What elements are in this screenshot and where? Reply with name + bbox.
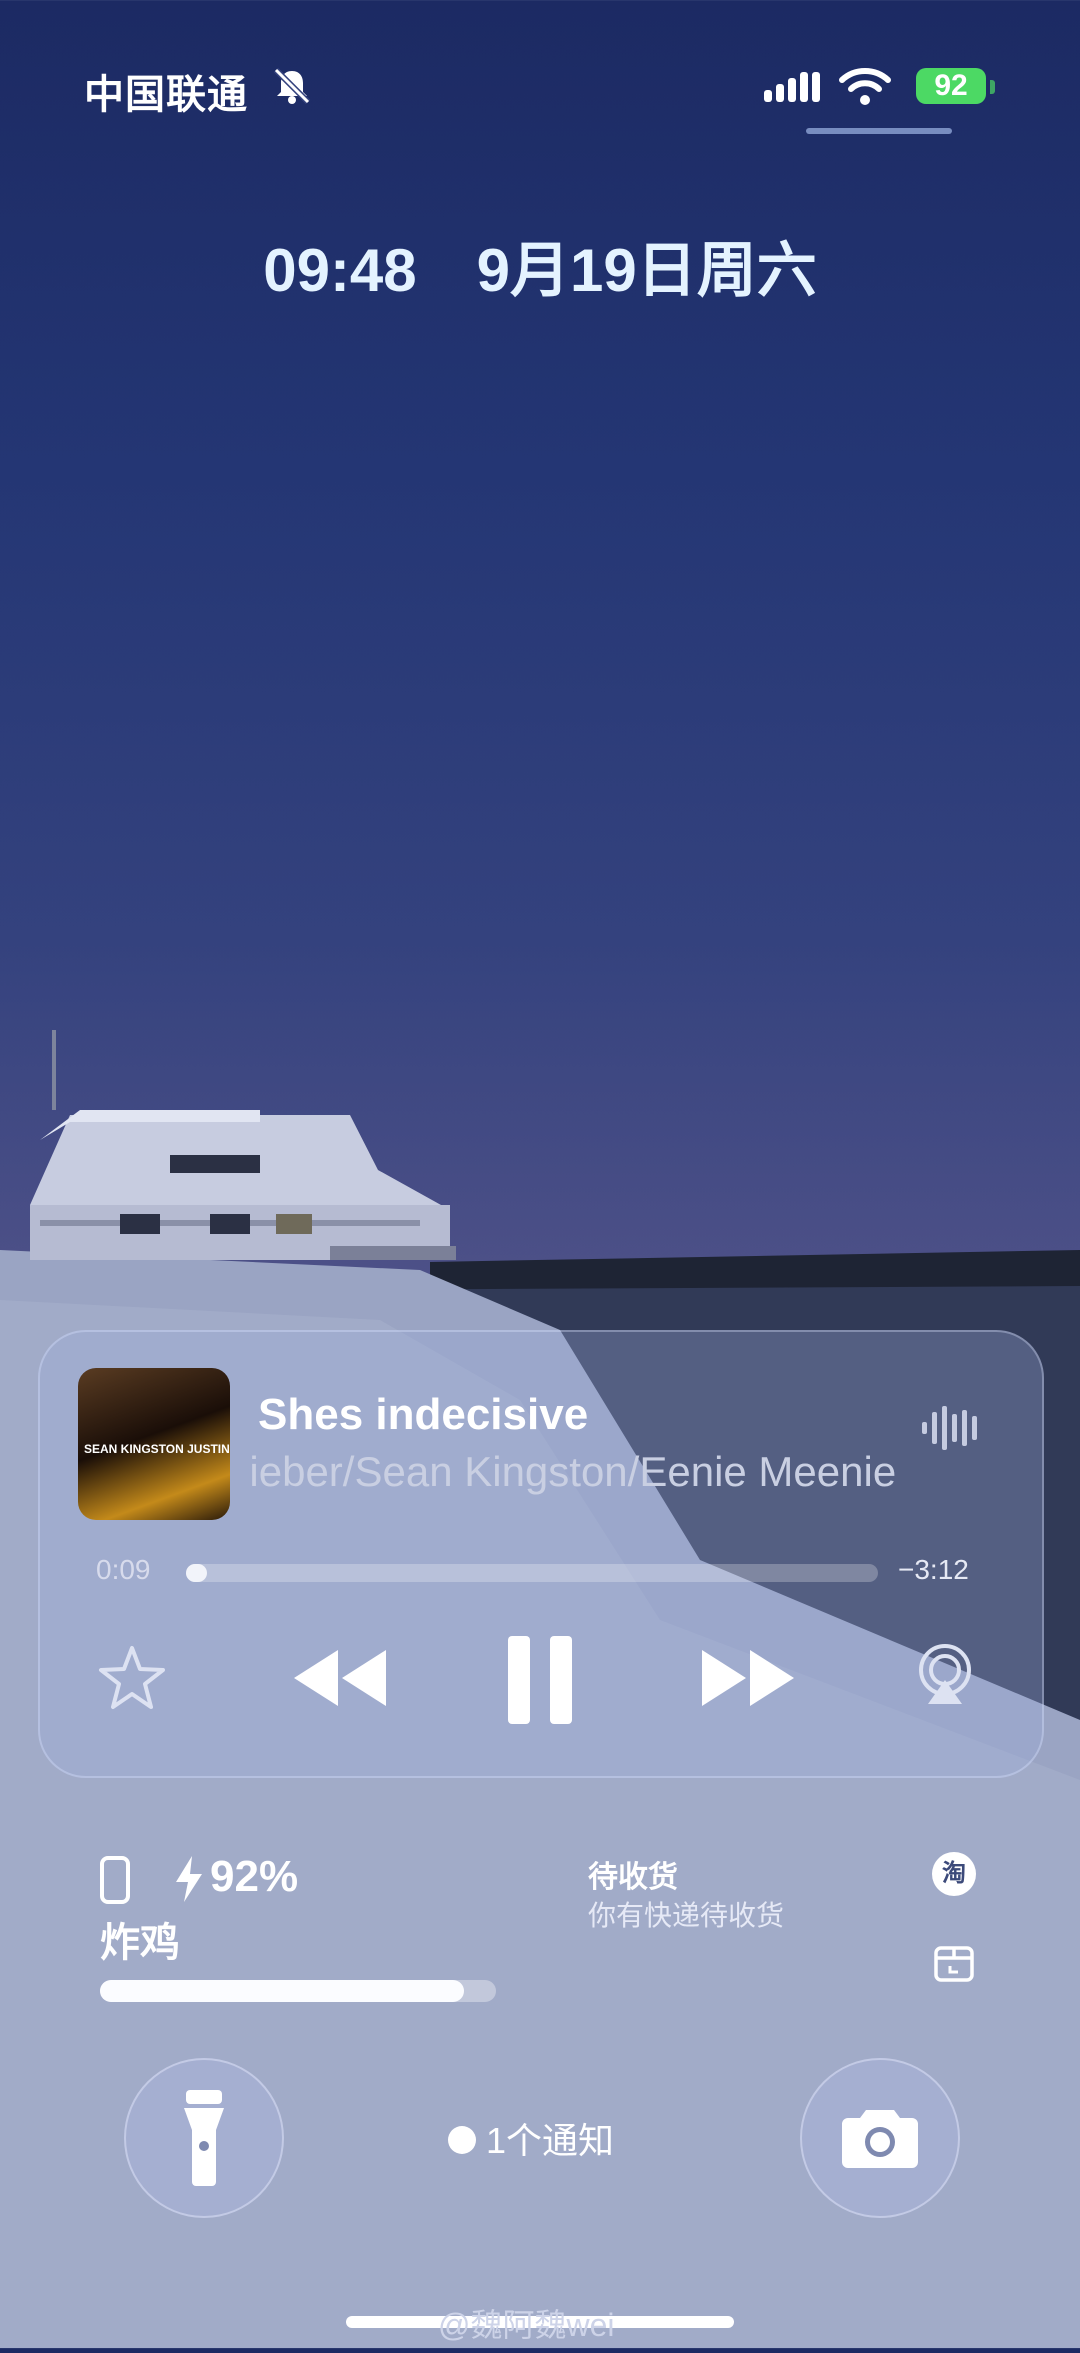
package-subtitle: 你有快递待收货 xyxy=(588,1900,785,1931)
carrier-label: 中国联通 xyxy=(84,73,248,117)
phone-icon xyxy=(100,1856,130,1904)
music-player-widget[interactable]: SEAN KINGSTON JUSTIN BIEBER Shes indecis… xyxy=(38,1330,1044,1778)
camera-icon xyxy=(842,2110,918,2168)
elapsed-time: 0:09 xyxy=(96,1554,151,1585)
status-underline xyxy=(806,128,952,134)
battery-tip xyxy=(990,80,995,94)
album-cover[interactable]: SEAN KINGSTON JUSTIN BIEBER xyxy=(78,1368,230,1520)
battery-level-bar xyxy=(100,1980,496,2002)
notification-dot xyxy=(448,2126,476,2155)
album-cover-text: SEAN KINGSTON JUSTIN BIEBER xyxy=(84,1442,230,1456)
notification-indicator[interactable]: 1个通知 xyxy=(448,2112,614,2164)
battery-level: 92 xyxy=(934,69,968,102)
flashlight-icon xyxy=(184,2090,224,2186)
airplay-icon[interactable] xyxy=(912,1642,978,1708)
package-title[interactable]: 待收货 xyxy=(588,1852,678,1896)
artist-line: Justin Bieber/Sean Kingston/Eenie Meenie xyxy=(250,1448,940,1496)
audio-wave-icon xyxy=(922,1406,977,1450)
notification-count: 1个通知 xyxy=(486,2120,615,2161)
pause-icon[interactable] xyxy=(504,1632,576,1728)
progress-slider[interactable] xyxy=(186,1564,878,1582)
camera-button[interactable] xyxy=(800,2058,960,2218)
flashlight-button[interactable] xyxy=(124,2058,284,2218)
lock-time: 09:48 xyxy=(263,237,417,304)
remaining-time: −3:12 xyxy=(898,1554,969,1585)
battery-indicator: 92 xyxy=(916,68,986,104)
song-title: Shes indecisive xyxy=(258,1390,589,1439)
watermark-text: @魏阿魏wei xyxy=(438,2307,615,2343)
fast-forward-icon[interactable] xyxy=(698,1642,798,1714)
lock-date: 9月19日周六 xyxy=(476,237,817,304)
status-bar: 中国联通 92 xyxy=(0,62,1080,122)
cellular-signal-icon xyxy=(764,72,820,102)
battery-percent: 92% xyxy=(210,1852,299,1901)
artist-line-text: Justin Bieber/Sean Kingston/Eenie Meenie xyxy=(250,1448,897,1495)
battery-level-fill xyxy=(100,1980,465,2002)
silent-bell-icon xyxy=(273,67,311,105)
house-illustration xyxy=(30,1030,456,1260)
rewind-icon[interactable] xyxy=(290,1642,390,1714)
taobao-icon[interactable]: 淘 xyxy=(932,1852,976,1896)
charging-bolt-icon xyxy=(176,1856,202,1902)
device-name: 炸鸡 xyxy=(100,1921,180,1965)
package-box-icon[interactable] xyxy=(932,1940,976,1984)
lock-time-date: 09:48 9月19日周六 xyxy=(0,222,1080,309)
wifi-icon xyxy=(839,68,891,105)
progress-fill xyxy=(186,1564,207,1582)
star-icon[interactable] xyxy=(96,1642,168,1714)
